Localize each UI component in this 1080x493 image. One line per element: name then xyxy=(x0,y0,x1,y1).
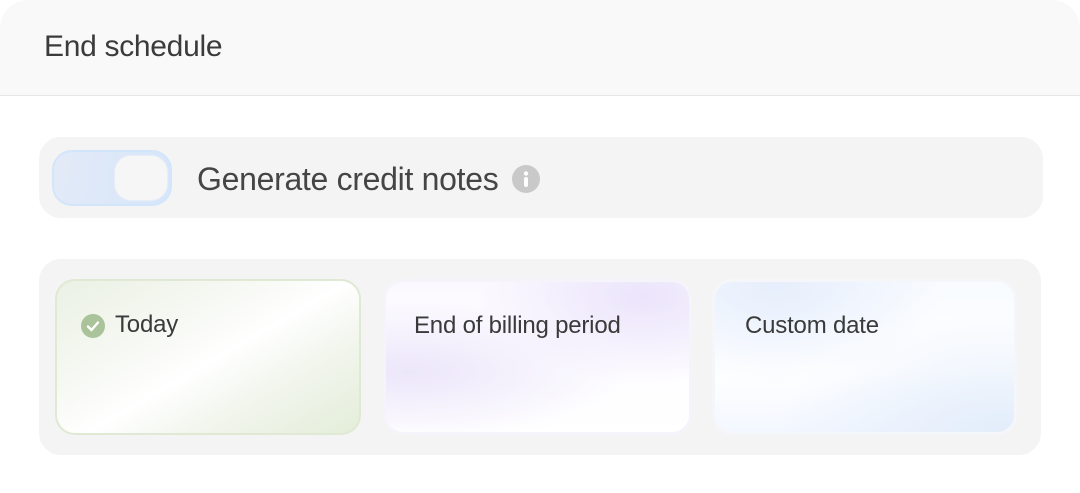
info-icon[interactable] xyxy=(512,165,540,193)
option-end-of-billing-period[interactable]: End of billing period xyxy=(383,279,692,435)
option-custom-date[interactable]: Custom date xyxy=(712,279,1017,435)
credit-notes-toggle[interactable] xyxy=(52,150,172,206)
option-billing-label: End of billing period xyxy=(414,312,621,339)
option-today-label: Today xyxy=(115,311,179,338)
option-custom-label: Custom date xyxy=(745,312,879,339)
credit-notes-label: Generate credit notes xyxy=(197,161,499,197)
check-glyph xyxy=(86,321,100,332)
option-today[interactable]: Today xyxy=(55,279,361,435)
credit-notes-row: Generate credit notes xyxy=(39,137,1043,218)
check-circle-icon xyxy=(81,314,105,338)
toggle-knob xyxy=(115,156,167,200)
panel-title: End schedule xyxy=(44,30,223,63)
end-schedule-panel: End schedule Generate credit notes Today… xyxy=(0,0,1080,493)
end-schedule-options: Today End of billing period Custom date xyxy=(39,259,1041,455)
info-glyph xyxy=(523,171,529,187)
panel-header: End schedule xyxy=(0,0,1080,96)
